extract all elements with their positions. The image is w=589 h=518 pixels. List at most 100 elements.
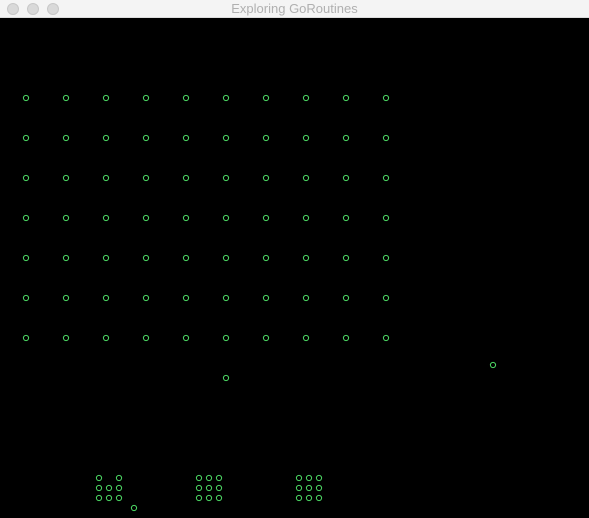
invader-bullet xyxy=(222,374,230,382)
invader xyxy=(382,294,390,302)
invader xyxy=(22,214,30,222)
invader xyxy=(142,94,150,102)
invader xyxy=(222,134,230,142)
invader xyxy=(102,294,110,302)
invader xyxy=(222,214,230,222)
invader xyxy=(382,334,390,342)
invader xyxy=(102,94,110,102)
bunker-block xyxy=(105,484,113,492)
bunker-3 xyxy=(295,474,323,502)
bunker-block xyxy=(315,494,323,502)
invader xyxy=(182,334,190,342)
invader xyxy=(142,134,150,142)
player-cannon xyxy=(130,504,138,512)
title-bar[interactable]: Exploring GoRoutines xyxy=(0,0,589,18)
invader xyxy=(102,134,110,142)
bunker-block xyxy=(215,494,223,502)
bunker-block xyxy=(305,494,313,502)
bunker-block xyxy=(215,484,223,492)
invader xyxy=(182,94,190,102)
invader xyxy=(262,254,270,262)
invader xyxy=(62,134,70,142)
game-canvas[interactable] xyxy=(0,18,589,518)
bunker-block xyxy=(295,474,303,482)
bunker-block xyxy=(205,484,213,492)
invader xyxy=(382,94,390,102)
invader xyxy=(222,254,230,262)
invader xyxy=(62,174,70,182)
bunker-2 xyxy=(195,474,223,502)
invader xyxy=(222,94,230,102)
bunker-block xyxy=(95,474,103,482)
bunker-1 xyxy=(95,474,123,502)
invader xyxy=(142,214,150,222)
invader xyxy=(22,174,30,182)
invader xyxy=(342,254,350,262)
invader xyxy=(302,294,310,302)
bunker-block xyxy=(205,474,213,482)
bunker-block xyxy=(215,474,223,482)
bunker-block xyxy=(195,494,203,502)
invader xyxy=(142,254,150,262)
invader xyxy=(102,174,110,182)
bunker-block xyxy=(305,484,313,492)
invader xyxy=(102,334,110,342)
invader xyxy=(382,134,390,142)
invader xyxy=(302,174,310,182)
invader xyxy=(142,294,150,302)
invader xyxy=(182,254,190,262)
bunker-block xyxy=(195,474,203,482)
bunker-block xyxy=(195,484,203,492)
invader xyxy=(62,294,70,302)
bunker-block xyxy=(305,474,313,482)
invader xyxy=(142,334,150,342)
invader xyxy=(262,94,270,102)
invader-grid xyxy=(22,94,390,342)
invader xyxy=(262,174,270,182)
invader xyxy=(22,294,30,302)
invader xyxy=(22,94,30,102)
invader xyxy=(182,134,190,142)
invader xyxy=(382,214,390,222)
invader xyxy=(22,134,30,142)
invader xyxy=(102,214,110,222)
invader xyxy=(342,134,350,142)
invader xyxy=(302,214,310,222)
app-window: Exploring GoRoutines xyxy=(0,0,589,518)
invader xyxy=(382,174,390,182)
invader xyxy=(302,254,310,262)
bunker-block xyxy=(95,494,103,502)
stray-invader xyxy=(489,361,497,369)
invader xyxy=(262,294,270,302)
window-title: Exploring GoRoutines xyxy=(231,1,358,16)
invader xyxy=(262,334,270,342)
invader xyxy=(342,294,350,302)
invader xyxy=(182,214,190,222)
bunker-block xyxy=(205,494,213,502)
invader xyxy=(222,174,230,182)
invader xyxy=(222,334,230,342)
bunker-block xyxy=(115,484,123,492)
invader xyxy=(302,94,310,102)
invader xyxy=(62,334,70,342)
invader xyxy=(262,134,270,142)
bunker-block xyxy=(295,484,303,492)
bunker-block xyxy=(95,484,103,492)
invader xyxy=(182,174,190,182)
invader xyxy=(342,214,350,222)
invader xyxy=(342,94,350,102)
invader xyxy=(342,174,350,182)
invader xyxy=(22,254,30,262)
invader xyxy=(382,254,390,262)
invader xyxy=(62,254,70,262)
invader xyxy=(342,334,350,342)
invader xyxy=(222,294,230,302)
bunker-block xyxy=(295,494,303,502)
invader xyxy=(62,94,70,102)
invader xyxy=(142,174,150,182)
bunker-block xyxy=(115,494,123,502)
invader xyxy=(302,134,310,142)
game-scene xyxy=(22,94,497,512)
invader xyxy=(262,214,270,222)
invader xyxy=(62,214,70,222)
